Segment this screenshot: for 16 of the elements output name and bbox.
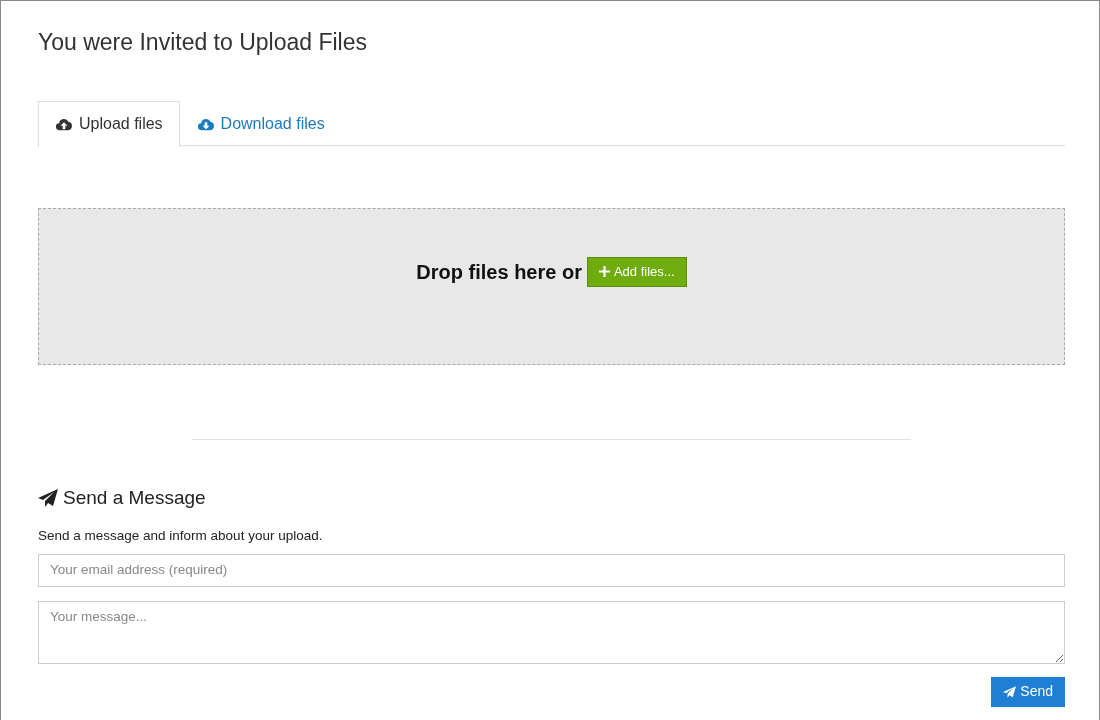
drop-zone[interactable]: Drop files here or Add files... <box>38 207 1065 365</box>
send-button[interactable]: Send <box>991 676 1065 707</box>
plus-icon <box>598 266 610 278</box>
cloud-upload-icon <box>55 117 73 132</box>
page-title: You were Invited to Upload Files <box>38 29 368 57</box>
tab[interactable]: Upload files <box>38 100 180 147</box>
section-description: Send a message and inform about your upload. <box>38 527 324 546</box>
add-files-button[interactable]: Add files... <box>586 256 687 287</box>
section-heading: Send a Message <box>63 485 206 510</box>
drop-text: Drop files here or <box>416 259 582 285</box>
tab[interactable]: Download files <box>179 100 342 146</box>
email-field[interactable]: Your email address (required) <box>38 554 1065 587</box>
paper-plane-icon <box>1003 685 1017 698</box>
cloud-download-icon <box>196 116 215 131</box>
paper-plane-icon <box>38 488 58 507</box>
message-field[interactable]: Your message... <box>38 600 1065 664</box>
